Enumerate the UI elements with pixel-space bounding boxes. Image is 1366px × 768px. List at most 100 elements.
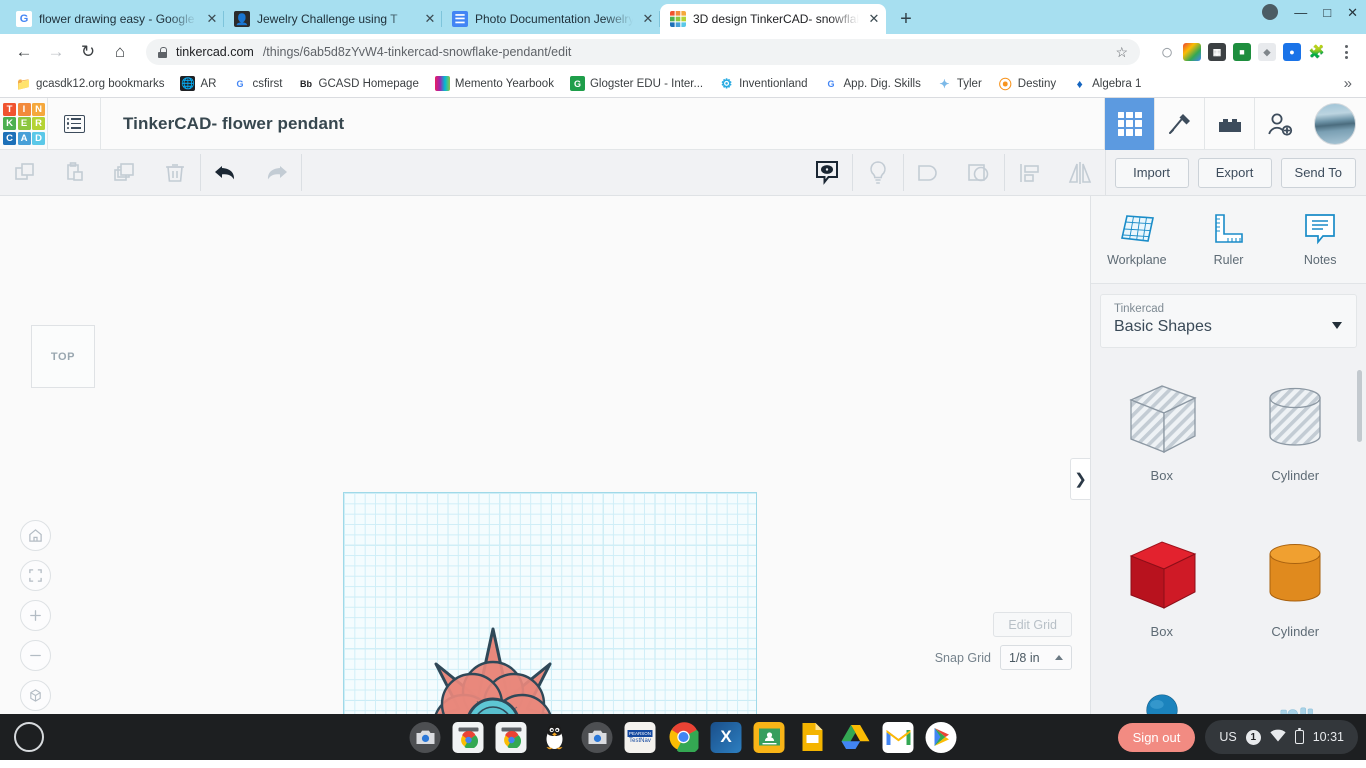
bookmark-item[interactable]: G csfirst: [226, 73, 288, 94]
tab-close-button[interactable]: ✕: [204, 11, 220, 27]
shape-item[interactable]: [1095, 684, 1229, 714]
system-tray[interactable]: US 1 10:31: [1205, 720, 1358, 754]
launcher-icon[interactable]: [14, 722, 44, 752]
chrome-icon[interactable]: [668, 722, 699, 753]
new-tab-button[interactable]: +: [892, 5, 920, 33]
shape-item[interactable]: Box: [1095, 528, 1229, 680]
google-classroom-icon[interactable]: [753, 721, 785, 753]
gray-extension-icon[interactable]: ◆: [1258, 43, 1276, 61]
shape-item[interactable]: Cylinder: [1229, 372, 1363, 524]
bookmark-item[interactable]: Memento Yearbook: [429, 73, 560, 94]
reload-button[interactable]: ↻: [74, 38, 102, 66]
invite-user-icon[interactable]: [1254, 97, 1304, 150]
undo-icon[interactable]: [201, 150, 251, 195]
linux-terminal-icon[interactable]: [539, 722, 570, 753]
import-button[interactable]: Import: [1114, 157, 1189, 188]
battery-icon[interactable]: [1294, 728, 1304, 744]
chrome-app-box-2-icon[interactable]: [495, 721, 527, 753]
tinkercad-logo-icon[interactable]: T I N K E R C A D: [1, 101, 47, 147]
bookmark-item[interactable]: ⦿ Destiny: [992, 73, 1062, 94]
delete-icon[interactable]: [150, 150, 200, 195]
gmail-icon[interactable]: [882, 721, 914, 753]
3d-canvas[interactable]: TOP Edit Grid Snap Grid 1/8 in ❯: [0, 196, 1090, 714]
bookmark-star-icon[interactable]: ☆: [1115, 44, 1128, 61]
bookmark-item[interactable]: 📁 gcasdk12.org bookmarks: [10, 73, 170, 94]
ruler-tool[interactable]: Ruler: [1183, 212, 1275, 267]
play-store-icon[interactable]: [925, 721, 957, 753]
close-window-button[interactable]: ✕: [1347, 6, 1358, 19]
redo-icon[interactable]: [251, 150, 301, 195]
bookmark-item[interactable]: 🌐 AR: [174, 73, 222, 94]
group-icon[interactable]: [904, 150, 954, 195]
ungroup-icon[interactable]: [954, 150, 1004, 195]
pearson-testnav-icon[interactable]: PEARSON TestNav: [624, 721, 656, 753]
browser-tab-active[interactable]: 3D design TinkerCAD- snowflake ✕: [660, 4, 886, 34]
locale-indicator[interactable]: US: [1219, 730, 1236, 744]
shape-item[interactable]: Cylinder: [1229, 528, 1363, 680]
project-menu-button[interactable]: [48, 98, 100, 150]
shapes-scrollbar[interactable]: [1357, 370, 1362, 442]
notification-badge[interactable]: 1: [1245, 729, 1261, 745]
home-view-icon[interactable]: [20, 520, 51, 551]
tab-close-button[interactable]: ✕: [640, 11, 656, 27]
shape-library-select[interactable]: Tinkercad Basic Shapes: [1100, 294, 1357, 348]
grid-view-icon[interactable]: [1104, 97, 1154, 150]
copy-icon[interactable]: [0, 150, 50, 195]
extension-colorful-icon[interactable]: [1183, 43, 1201, 61]
export-button[interactable]: Export: [1197, 157, 1272, 188]
bookmarks-overflow-button[interactable]: »: [1344, 75, 1356, 92]
zoom-out-icon[interactable]: [20, 640, 51, 671]
bookmark-item[interactable]: ♦ Algebra 1: [1066, 73, 1147, 94]
paste-icon[interactable]: [50, 150, 100, 195]
workplane-tool[interactable]: Workplane: [1091, 212, 1183, 267]
codeblocks-hammer-icon[interactable]: [1154, 97, 1204, 150]
forward-button[interactable]: →: [42, 38, 70, 66]
puzzle-piece-icon[interactable]: 🧩: [1308, 43, 1326, 61]
home-button[interactable]: ⌂: [106, 38, 134, 66]
send-to-button[interactable]: Send To: [1280, 157, 1356, 188]
tab-close-button[interactable]: ✕: [422, 11, 438, 27]
light-bulb-icon[interactable]: [853, 150, 903, 195]
snap-grid-select[interactable]: 1/8 in: [1000, 645, 1072, 670]
green-extension-icon[interactable]: ■: [1233, 43, 1251, 61]
google-slides-icon[interactable]: [797, 722, 828, 753]
page-title[interactable]: TinkerCAD- flower pendant: [123, 114, 344, 134]
blue-extension-icon[interactable]: ●: [1283, 43, 1301, 61]
address-bar[interactable]: tinkercad.com/things/6ab5d8zYvW4-tinkerc…: [146, 39, 1140, 65]
flower-pendant-model[interactable]: [393, 621, 593, 714]
mirror-icon[interactable]: [1055, 150, 1105, 195]
shape-item[interactable]: Box: [1095, 372, 1229, 524]
sign-out-button[interactable]: Sign out: [1117, 722, 1196, 752]
profile-dot-icon[interactable]: [1262, 4, 1279, 20]
bookmark-item[interactable]: G App. Dig. Skills: [818, 73, 927, 94]
bookmark-item[interactable]: G Glogster EDU - Inter...: [564, 73, 709, 94]
ortho-perspective-icon[interactable]: [20, 680, 51, 711]
clock[interactable]: 10:31: [1313, 730, 1344, 744]
bookmark-item[interactable]: Bb GCASD Homepage: [293, 73, 425, 94]
shape-item[interactable]: [1229, 684, 1363, 714]
browser-tab[interactable]: G flower drawing easy - Google Se ✕: [6, 4, 224, 34]
chrome-app-box-icon[interactable]: [452, 721, 484, 753]
panel-collapse-toggle[interactable]: ❯: [1070, 458, 1090, 500]
bookmark-item[interactable]: ⚙ Inventionland: [713, 73, 813, 94]
notes-tool[interactable]: Notes: [1274, 212, 1366, 267]
back-button[interactable]: ←: [10, 38, 38, 66]
qr-code-icon[interactable]: ▦: [1208, 43, 1226, 61]
avatar[interactable]: [1304, 98, 1366, 150]
fit-to-view-icon[interactable]: [20, 560, 51, 591]
excel-icon[interactable]: X: [710, 721, 742, 753]
maximize-button[interactable]: □: [1323, 6, 1331, 19]
browser-tab[interactable]: ☰ Photo Documentation Jewelry C ✕: [442, 4, 660, 34]
google-drive-icon[interactable]: [840, 722, 871, 753]
browser-menu-button[interactable]: [1336, 45, 1356, 59]
duplicate-icon[interactable]: [100, 150, 150, 195]
blocks-icon[interactable]: [1204, 97, 1254, 150]
zoom-in-icon[interactable]: [20, 600, 51, 631]
align-icon[interactable]: [1005, 150, 1055, 195]
bookmark-item[interactable]: ✦ Tyler: [931, 73, 988, 94]
workplane[interactable]: Workplane: [343, 492, 757, 714]
cast-icon[interactable]: ◯: [1158, 43, 1176, 61]
wifi-icon[interactable]: [1270, 729, 1286, 745]
view-cube[interactable]: TOP: [31, 325, 95, 388]
minimize-button[interactable]: —: [1294, 6, 1307, 19]
